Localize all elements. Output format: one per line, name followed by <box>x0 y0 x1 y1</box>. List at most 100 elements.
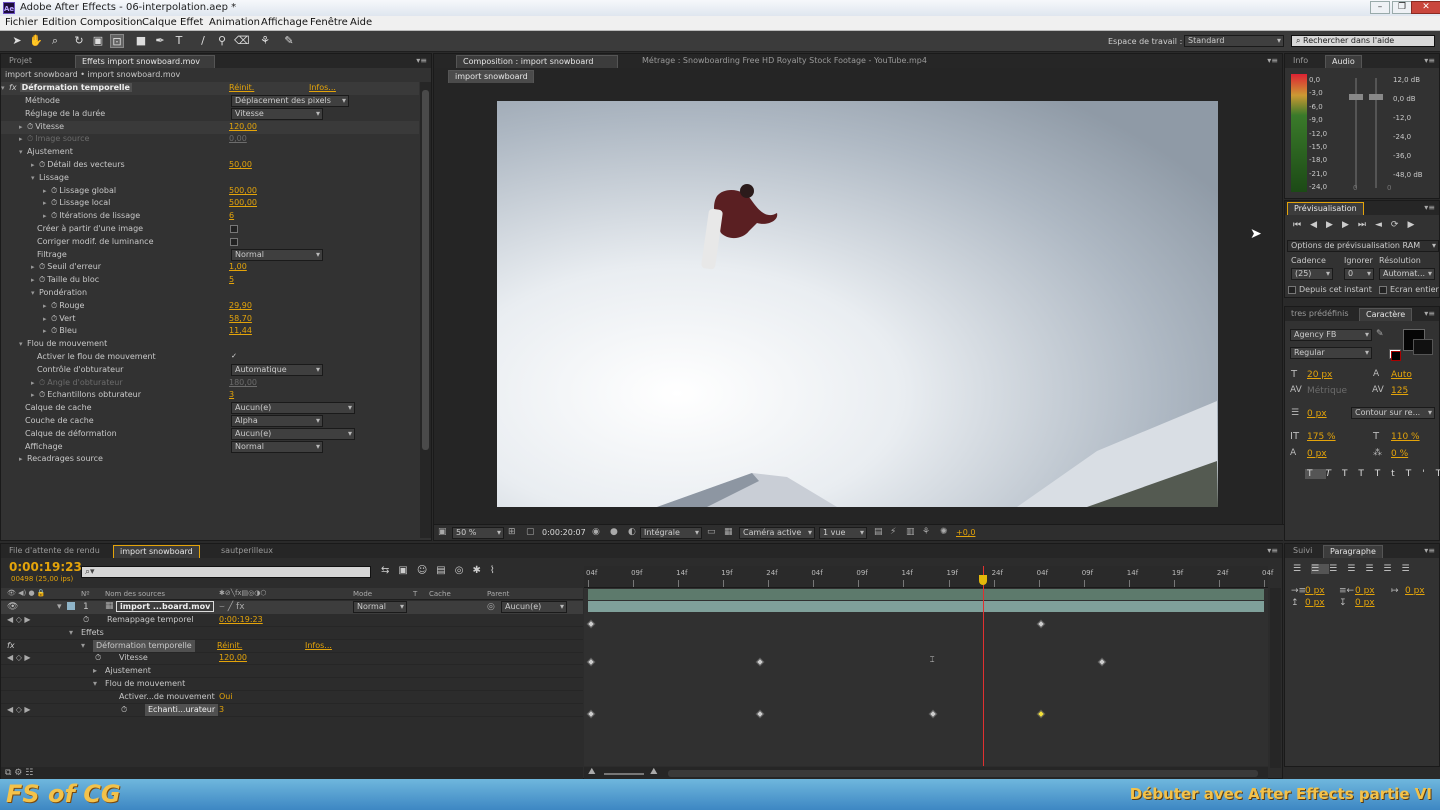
tab-composition[interactable]: Composition : import snowboard <box>456 55 618 68</box>
resolution-select[interactable]: Intégrale <box>640 527 702 539</box>
timeline-property-row[interactable]: Activer...de mouvement Oui <box>1 691 583 704</box>
tab-paragraph[interactable]: Paragraphe <box>1323 545 1383 558</box>
keyframe-marker[interactable] <box>756 709 765 718</box>
menu-fenetre[interactable]: Fenêtre <box>310 17 348 28</box>
tab-presets[interactable]: tres prédéfinis <box>1285 308 1355 321</box>
property-checkbox[interactable]: ✓ <box>230 353 238 361</box>
effect-property-row[interactable]: ▾ Lissage <box>1 172 419 185</box>
menu-edition[interactable]: Edition <box>42 17 77 28</box>
tab-sautperilleux[interactable]: sautperilleux <box>215 545 279 558</box>
menu-animation[interactable]: Animation <box>209 17 260 28</box>
effect-property-row[interactable]: ▸ ⏱ Seuil d'erreur 1,00 <box>1 261 419 274</box>
baseline-shift-value[interactable]: 0 px <box>1307 449 1327 459</box>
timeline-scrollbar[interactable] <box>1270 588 1281 768</box>
timeline-property-row[interactable]: ▸ Ajustement <box>1 665 583 679</box>
toggle-pixel-aspect-icon[interactable]: ▤ <box>874 527 883 537</box>
timeline-property-row[interactable]: fx ▾ Déformation temporelle Réinit. Infos... <box>1 639 583 653</box>
justify-right-icon[interactable]: ☰ <box>1383 564 1401 574</box>
effect-reset-link[interactable]: Réinit. <box>229 82 254 94</box>
audio-fader-left[interactable] <box>1349 94 1363 100</box>
property-value[interactable]: 120,00 <box>229 121 257 133</box>
kerning-value[interactable]: Métrique <box>1307 386 1347 396</box>
stopwatch-icon[interactable]: ⏱ <box>51 301 57 310</box>
timeline-property-value[interactable]: 120,00 <box>219 652 247 664</box>
tab-render-queue[interactable]: File d'attente de rendu <box>3 545 106 558</box>
fx-icon[interactable]: fx <box>7 640 15 652</box>
minimize-button[interactable]: – <box>1370 1 1390 14</box>
roto-brush-tool-icon[interactable]: ⚘ <box>258 34 272 48</box>
property-value[interactable]: 5 <box>229 274 234 286</box>
indent-left-value[interactable]: 0 px <box>1305 586 1325 596</box>
layer-label-color[interactable] <box>67 602 75 610</box>
stopwatch-icon[interactable]: ⏱ <box>121 704 127 716</box>
audio-fader-right[interactable] <box>1369 94 1383 100</box>
property-dropdown[interactable]: Normal <box>231 248 323 261</box>
stopwatch-icon[interactable]: ⏱ <box>51 326 57 335</box>
property-value[interactable]: 6 <box>229 210 234 222</box>
expand-icon[interactable]: ▸ <box>43 210 51 222</box>
effect-property-row[interactable]: Filtrage Normal <box>1 248 419 262</box>
expand-icon[interactable]: ▸ <box>93 665 97 677</box>
tab-import-snowboard[interactable]: import snowboard <box>113 545 200 558</box>
from-current-checkbox[interactable] <box>1288 286 1296 294</box>
views-select[interactable]: 1 vue <box>819 527 867 539</box>
effect-property-row[interactable]: Méthode Déplacement des pixels <box>1 95 419 108</box>
effect-property-row[interactable]: Couche de cache Alpha <box>1 415 419 428</box>
stopwatch-icon[interactable]: ⏱ <box>95 652 101 664</box>
property-dropdown[interactable]: Alpha <box>231 415 323 427</box>
effect-about-link[interactable]: Infos... <box>305 640 332 652</box>
align-right-icon[interactable]: ☰ <box>1329 564 1347 574</box>
panel-menu-icon[interactable]: ▾≡ <box>416 56 427 65</box>
timeline-panel-menu-icon[interactable]: ▾≡ <box>1267 546 1278 555</box>
effect-property-row[interactable]: ▸ ⏱ Rouge 29,90 <box>1 300 419 313</box>
timeline-graph[interactable]: 04f 09f 14f 19f 24f 04f 09f 14f 19f 24f 04f 09f 14f 1… <box>584 566 1273 766</box>
stopwatch-icon[interactable]: ⏱ <box>39 275 45 284</box>
camera-tool-icon[interactable]: ▣ <box>91 34 105 48</box>
keyframe-navigator-icon[interactable]: ◀ ◇ ▶ <box>7 652 31 664</box>
ram-preview-icon[interactable]: ▶ <box>1407 220 1423 230</box>
superscript-icon[interactable]: T' <box>1406 469 1436 479</box>
first-frame-icon[interactable]: ⏮ <box>1293 220 1310 230</box>
property-value[interactable]: 180,00 <box>229 377 257 389</box>
visibility-eye-icon[interactable]: 👁 <box>7 602 18 612</box>
small-caps-icon[interactable]: Tt <box>1375 469 1406 479</box>
keyframe-marker[interactable] <box>587 658 596 667</box>
keyframe-marker[interactable] <box>756 658 765 667</box>
menu-composition[interactable]: Composition <box>80 17 142 28</box>
font-size-value[interactable]: 20 px <box>1307 370 1332 380</box>
property-value[interactable]: 29,90 <box>229 300 252 312</box>
keyframe-marker[interactable] <box>1036 709 1046 718</box>
toggle-switches-icon[interactable]: ⧉ ⚙ ☷ <box>5 768 33 778</box>
pickwhip-icon[interactable]: ◎ <box>487 602 495 612</box>
effect-controls-scrollbar[interactable] <box>420 82 431 538</box>
always-preview-icon[interactable]: ▣ <box>438 527 447 537</box>
timeline-search-input[interactable]: ⌕▾ <box>81 566 371 578</box>
layer-parent-select[interactable]: Aucun(e) <box>501 601 567 613</box>
effect-property-row[interactable]: ▸ ⏱ Vert 58,70 <box>1 313 419 326</box>
ignore-select[interactable]: 0 <box>1344 268 1374 280</box>
timeline-property-row[interactable]: ◀ ◇ ▶ ⏱ Echanti...urateur 3 <box>1 703 583 717</box>
property-checkbox[interactable] <box>230 237 238 246</box>
font-family-select[interactable]: Agency FB <box>1290 329 1372 341</box>
tab-project[interactable]: Projet <box>3 55 38 68</box>
safe-zones-icon[interactable]: ▢ <box>526 527 535 537</box>
expand-icon[interactable]: ▸ <box>31 159 39 171</box>
collapse-icon[interactable]: ▾ <box>1 82 9 94</box>
comp-subtab[interactable]: import snowboard <box>448 70 534 83</box>
effect-property-row[interactable]: ▾ Pondération <box>1 287 419 300</box>
eyedropper-icon[interactable]: ✎ <box>1376 329 1384 339</box>
effect-property-row[interactable]: Corriger modif. de luminance <box>1 236 419 249</box>
expand-icon[interactable]: ▸ <box>19 121 27 133</box>
help-search-input[interactable]: ⌕ Rechercher dans l'aide <box>1291 35 1435 47</box>
property-value[interactable]: 11,44 <box>229 325 252 337</box>
brush-tool-icon[interactable]: / <box>196 34 210 48</box>
layer-expand-icon[interactable]: ▾ <box>57 602 62 612</box>
fullscreen-checkbox[interactable] <box>1379 286 1387 294</box>
collapse-icon[interactable]: ▾ <box>93 678 97 690</box>
effect-reset-link[interactable]: Réinit. <box>217 640 242 652</box>
resolution-select[interactable]: Automat... <box>1379 268 1435 280</box>
stopwatch-icon[interactable]: ⏱ <box>83 614 89 626</box>
alignment-buttons[interactable]: ☰☰☰☰☰☰☰ <box>1293 564 1439 574</box>
shy-layers-icon[interactable]: ☺ <box>417 565 436 576</box>
workspace-select[interactable]: Standard <box>1184 35 1284 47</box>
